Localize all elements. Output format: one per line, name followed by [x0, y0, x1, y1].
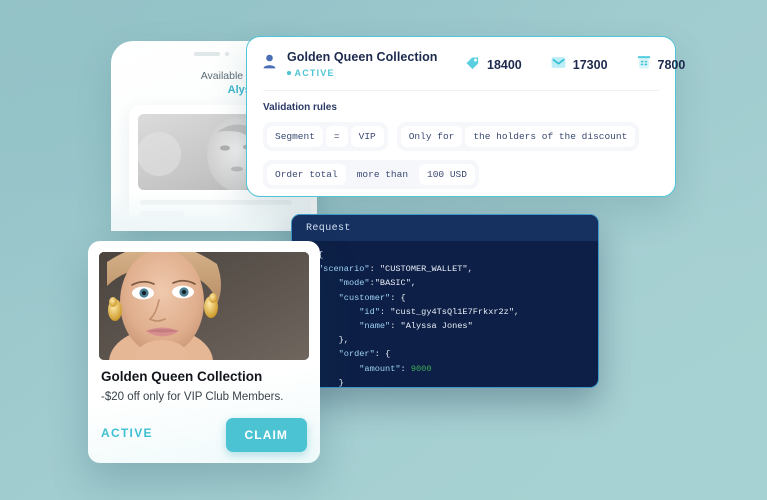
- code-line: 1{: [292, 248, 598, 262]
- code-line-text: "customer": {: [338, 292, 406, 303]
- rule-chip-only-for[interactable]: Only for: [400, 126, 463, 147]
- app-canvas: Available promotions Alyssa Jones: [0, 0, 767, 500]
- code-line: 3 "mode":"BASIC",: [292, 276, 598, 290]
- notch-speaker: [193, 52, 220, 56]
- stat-tag-value: 18400: [487, 58, 522, 72]
- rule-chip-field[interactable]: Segment: [267, 126, 323, 147]
- code-line-text: "scenario": "CUSTOMER_WALLET",: [318, 264, 473, 275]
- offer-subtitle: -$20 off only for VIP Club Members.: [101, 391, 284, 403]
- code-line: 9 "amount": 9000: [292, 362, 598, 376]
- campaign-title-block: Golden Queen Collection ACTIVE: [287, 50, 459, 78]
- offer-card: Golden Queen Collection -$20 off only fo…: [88, 241, 320, 463]
- rule-chip-more-than[interactable]: more than: [349, 164, 416, 185]
- stat-receipt-value: 7800: [657, 58, 686, 72]
- promo-skeleton-line-2: [140, 211, 184, 218]
- notch-camera: [224, 52, 229, 56]
- request-code-body[interactable]: 1{2"scenario": "CUSTOMER_WALLET",3 "mode…: [292, 241, 598, 388]
- offer-title: Golden Queen Collection: [101, 369, 263, 384]
- request-panel-title: Request: [292, 215, 598, 241]
- code-line-text: },: [318, 335, 349, 346]
- code-line-text: "order": {: [338, 349, 391, 360]
- rule-row-1: Segment = VIP Only for the holders of th…: [247, 113, 675, 151]
- campaign-header: Golden Queen Collection ACTIVE 18400 173…: [247, 37, 685, 78]
- receipt-icon: [637, 55, 651, 75]
- offer-status-label: ACTIVE: [101, 426, 153, 440]
- status-badge: ACTIVE: [287, 68, 459, 78]
- code-line-text: "amount": 9000: [359, 363, 432, 374]
- rule-chip-amount[interactable]: 100 USD: [419, 164, 475, 185]
- code-line: 6 "name": "Alyssa Jones": [292, 319, 598, 333]
- stat-receipt: 7800: [637, 55, 686, 75]
- stat-mail-value: 17300: [572, 58, 608, 72]
- phone-notch: [182, 50, 240, 58]
- code-line-text: "id": "cust_gy4TsQl1E7Frkxr2z",: [359, 306, 520, 317]
- status-dot-icon: [287, 71, 291, 75]
- code-line-text: }: [318, 377, 344, 388]
- rule-row-2: Order total more than 100 USD: [247, 151, 675, 189]
- promo-footer: EXPIRED -5% OFF: [140, 230, 308, 231]
- rule-chip-holders[interactable]: the holders of the discount: [465, 126, 636, 147]
- person-icon: [263, 54, 276, 74]
- rule-group-holders[interactable]: Only for the holders of the discount: [396, 122, 640, 151]
- rule-chip-value[interactable]: VIP: [350, 126, 384, 147]
- mail-icon: [551, 56, 566, 74]
- campaign-detail-panel: Golden Queen Collection ACTIVE 18400 173…: [246, 36, 685, 197]
- stat-tag: 18400: [465, 55, 522, 75]
- page-title: Golden Queen Collection: [287, 50, 438, 64]
- rule-group-segment[interactable]: Segment = VIP: [263, 122, 388, 151]
- code-line: }: [292, 376, 598, 388]
- claim-button[interactable]: CLAIM: [225, 418, 307, 452]
- code-line: 2"scenario": "CUSTOMER_WALLET",: [292, 262, 598, 276]
- stat-mail: 17300: [551, 56, 608, 74]
- code-line: 7 },: [292, 333, 598, 347]
- tag-icon: [465, 55, 480, 75]
- rule-chip-order-total[interactable]: Order total: [267, 164, 346, 185]
- campaign-stats: 18400 17300 7800: [465, 55, 685, 75]
- code-line: 4 "customer": {: [292, 291, 598, 305]
- code-line-text: "name": "Alyssa Jones": [359, 321, 473, 332]
- rule-group-order-total[interactable]: Order total more than 100 USD: [263, 160, 479, 189]
- rule-chip-operator[interactable]: =: [325, 126, 348, 147]
- offer-photo: [99, 252, 309, 360]
- request-code-panel: Request 1{2"scenario": "CUSTOMER_WALLET"…: [291, 214, 599, 388]
- status-badge-label: ACTIVE: [294, 68, 335, 78]
- validation-rules-label: Validation rules: [263, 102, 337, 113]
- code-line: 5 "id": "cust_gy4TsQl1E7Frkxr2z",: [292, 305, 598, 319]
- code-line: 8 "order": {: [292, 347, 598, 361]
- code-line-text: "mode":"BASIC",: [338, 278, 417, 289]
- promo-skeleton-line-1: [140, 200, 292, 205]
